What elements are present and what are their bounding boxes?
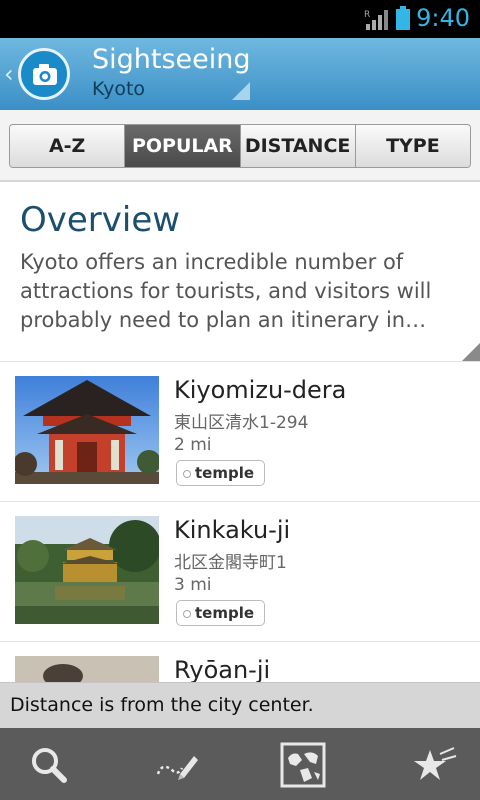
back-chevron-icon[interactable]: ‹ [4,60,14,88]
place-distance: 2 mi [174,435,212,455]
toast-text: Distance is from the city center. [10,694,314,716]
place-name: Kinkaku-ji [174,516,291,544]
status-bar: R 9:40 [0,0,480,38]
place-tag[interactable]: temple [176,600,266,626]
place-tag[interactable]: temple [176,460,266,486]
action-bar: ‹ Sightseeing Kyoto [0,38,480,110]
signal-icon: R [364,10,388,30]
battery-icon [396,6,410,30]
tab-bar: A-Z POPULAR DISTANCE TYPE [0,110,480,182]
place-name: Kiyomizu-dera [174,376,347,404]
clock: 9:40 [416,4,470,32]
toast-message: Distance is from the city center. [0,682,480,728]
svg-text:R: R [364,10,370,20]
tab-distance[interactable]: DISTANCE [240,125,356,167]
place-address: 東山区清水1-294 [174,413,309,433]
overview-section[interactable]: Overview Kyoto offers an incredible numb… [0,184,480,362]
place-name: Ryōan-ji [174,656,271,684]
overview-text: Kyoto offers an incredible number of att… [20,250,432,332]
bottom-toolbar [0,728,480,800]
place-photo [15,376,159,484]
tab-a-z[interactable]: A-Z [10,125,126,167]
favorites-icon[interactable] [410,740,460,790]
spinner-arrow-icon[interactable] [232,82,250,100]
place-address: 北区金閣寺町1 [174,553,287,573]
place-distance: 3 mi [174,575,212,595]
app-camera-icon[interactable] [18,48,70,100]
list-item[interactable]: Kiyomizu-dera 東山区清水1-294 2 mi temple [0,362,480,502]
page-title: Sightseeing [92,44,251,75]
place-photo [15,516,159,624]
expand-corner-icon[interactable] [462,343,480,361]
list-item[interactable]: Kinkaku-ji 北区金閣寺町1 3 mi temple [0,502,480,642]
map-icon[interactable] [280,742,326,788]
tab-popular[interactable]: POPULAR [125,125,241,167]
tab-type[interactable]: TYPE [355,125,470,167]
search-icon[interactable] [24,740,74,790]
overview-heading: Overview [20,200,181,240]
draw-route-icon[interactable] [152,740,202,790]
city-spinner[interactable]: Kyoto [92,78,145,100]
